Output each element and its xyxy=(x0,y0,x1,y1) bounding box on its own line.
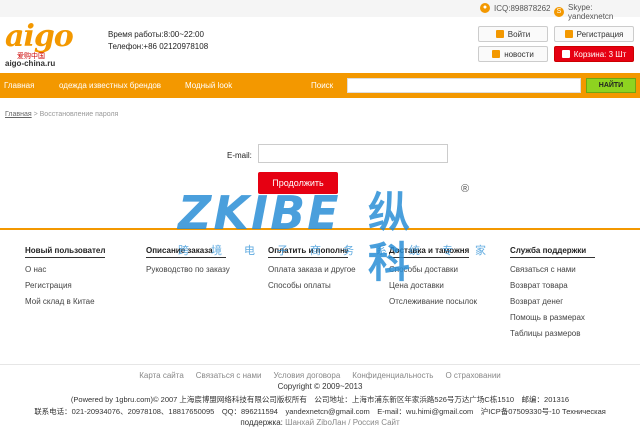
footer-bottom-link-contact[interactable]: Связаться с нами xyxy=(196,371,262,380)
copyright: Copyright © 2009~2013 xyxy=(277,382,363,391)
footer-link-payment-methods[interactable]: Способы оплаты xyxy=(268,281,383,290)
phone-number: Телефон:+86 02120978108 xyxy=(108,42,209,51)
logo-domain: aigo-china.ru xyxy=(5,59,56,68)
footer-col-title: Новый пользователь xyxy=(25,246,105,258)
info-icon xyxy=(564,30,573,38)
footer-bottom-links: Карта сайта Связаться с нами Условия дог… xyxy=(0,371,640,380)
icq-contact: ● ICQ:898878262 xyxy=(480,3,551,13)
footer-link-contact[interactable]: Связаться с нами xyxy=(510,265,625,274)
footer-link-registration[interactable]: Регистрация xyxy=(25,281,140,290)
search-button[interactable]: НАЙТИ xyxy=(586,78,636,93)
search-label: Поиск xyxy=(311,81,334,90)
watermark: ZKIBE 纵科 跨境电子商务系统专家 ® xyxy=(178,183,486,286)
icq-text: ICQ:898878262 xyxy=(494,3,551,13)
footer-link-size-help[interactable]: Помощь в размерах xyxy=(510,313,625,322)
skype-icon: S xyxy=(554,7,564,17)
support-separator: / xyxy=(348,418,351,427)
footer-bottom-link-insurance[interactable]: О страховании xyxy=(445,371,500,380)
registered-mark: ® xyxy=(461,183,470,195)
footer-link-returns[interactable]: Возврат товара xyxy=(510,281,625,290)
login-button[interactable]: Войти xyxy=(478,26,548,42)
footer-link-warehouse[interactable]: Мой склад в Китае xyxy=(25,297,140,306)
footer-divider xyxy=(0,364,640,365)
watermark-cn: 纵科 xyxy=(368,189,411,286)
watermark-sub: 跨境电子商务系统专家 xyxy=(178,245,508,257)
footer-col-support: Служба поддержки Связаться с нами Возвра… xyxy=(510,246,625,338)
support-link-russia[interactable]: Россия Сайт xyxy=(353,418,400,427)
footer-bottom-link-terms[interactable]: Условия договора xyxy=(273,371,340,380)
breadcrumb-home[interactable]: Главная xyxy=(5,111,32,118)
cart-button[interactable]: Корзина: 3 Шт xyxy=(554,46,634,62)
footer-bottom-link-privacy[interactable]: Конфиденциальность xyxy=(352,371,433,380)
footer-link-about[interactable]: О нас xyxy=(25,265,140,274)
work-hours: Время работы:8:00~22:00 xyxy=(108,30,204,39)
lock-icon xyxy=(495,30,504,38)
footer-bottom-link-sitemap[interactable]: Карта сайта xyxy=(139,371,184,380)
news-button[interactable]: новости xyxy=(478,46,548,62)
news-icon xyxy=(492,50,501,58)
nav-item-home[interactable]: Главная xyxy=(4,81,34,90)
search-input[interactable] xyxy=(347,78,581,93)
top-contact-bar: ● ICQ:898878262 S Skype: yandexnetcn xyxy=(0,0,640,21)
footer-col-new-user: Новый пользователь О нас Регистрация Мой… xyxy=(25,246,140,306)
footer-link-order-guide[interactable]: Руководство по заказу xyxy=(146,265,261,274)
support-link-shanghai[interactable]: Шанхай ZiboЛан xyxy=(285,418,346,427)
work-info: Время работы:8:00~22:00 Телефон:+86 0212… xyxy=(108,29,208,53)
skype-text: Skype: yandexnetcn xyxy=(568,3,614,21)
breadcrumb: Главная > Восстановление пароля xyxy=(5,111,118,118)
cart-icon xyxy=(561,50,570,58)
footer-link-tracking[interactable]: Отслеживание посылок xyxy=(389,297,504,306)
main-nav: Главная одежда известных брендов Модный … xyxy=(0,73,640,98)
support-prefix: поддержка: xyxy=(240,418,283,427)
cart-label: Корзина: 3 Шт xyxy=(573,49,627,59)
support-line: поддержка: Шанхай ZiboЛан / Россия Сайт xyxy=(0,418,640,427)
register-label: Регистрация xyxy=(576,29,624,39)
nav-item-brands[interactable]: одежда известных брендов xyxy=(59,81,161,90)
logo-text: aigo xyxy=(5,19,74,54)
login-label: Войти xyxy=(507,29,531,39)
news-label: новости xyxy=(504,49,534,59)
user-icon: ● xyxy=(480,3,490,13)
footer-link-refund[interactable]: Возврат денег xyxy=(510,297,625,306)
skype-contact: S Skype: yandexnetcn xyxy=(554,3,640,21)
footer-link-size-tables[interactable]: Таблицы размеров xyxy=(510,329,625,338)
site-logo[interactable]: aigo 爱购中国 aigo-china.ru xyxy=(5,19,74,69)
breadcrumb-current: Восстановление пароля xyxy=(39,111,119,118)
breadcrumb-separator: > xyxy=(31,111,40,118)
footer-col-title: Служба поддержки xyxy=(510,246,595,258)
watermark-brand: ZKIBE xyxy=(178,186,341,240)
footer-link-order-payment[interactable]: Оплата заказа и другое xyxy=(268,265,383,274)
powered-by: (Powered by 1gbru.com)© 2007 上海宸博盟网络科技有限… xyxy=(70,395,570,404)
email-input[interactable] xyxy=(258,144,448,163)
contact-line: 联系电话：021-20934076、20978108、18817650095 Q… xyxy=(34,407,606,416)
email-label: E-mail: xyxy=(227,151,252,160)
nav-item-look[interactable]: Модный look xyxy=(185,81,232,90)
register-button[interactable]: Регистрация xyxy=(554,26,634,42)
